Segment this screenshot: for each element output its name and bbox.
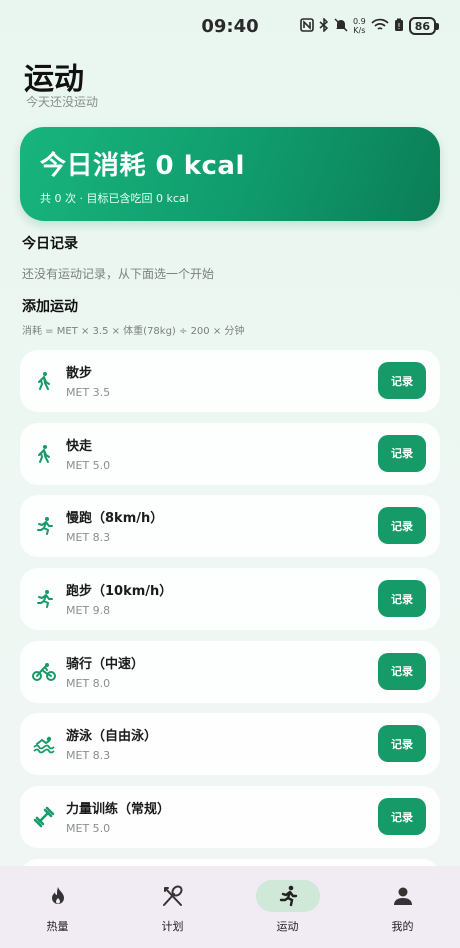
exercise-met: MET 8.0	[66, 676, 111, 690]
exercise-met: MET 8.3	[66, 531, 111, 545]
exercise-card: 慢跑（8km/h） MET 8.3 记录	[20, 495, 440, 558]
exercise-met: MET 9.8	[66, 604, 111, 618]
bottom-nav: 热量 计划 运动 我的	[0, 866, 460, 948]
nav-item-calories[interactable]: 热量	[0, 866, 115, 948]
exercise-met: MET 5.0	[66, 822, 111, 836]
net-speed-value: 0.9	[352, 17, 366, 26]
bluetooth-icon	[319, 16, 329, 35]
exercise-met: MET 5.0	[66, 458, 111, 472]
record-button[interactable]: 记录	[378, 507, 426, 545]
exercise-name: 快走	[66, 438, 93, 454]
exercise-name: 慢跑（8km/h）	[66, 511, 164, 527]
nav-item-profile[interactable]: 我的	[345, 866, 460, 948]
run-icon	[32, 587, 56, 611]
exercise-card: 力量训练（常规） MET 5.0 记录	[20, 786, 440, 849]
daily-burn-title: 今日消耗 0 kcal	[40, 151, 245, 181]
exercise-card: 游泳（自由泳） MET 8.3 记录	[20, 713, 440, 776]
daily-burn-card: 今日消耗 0 kcal 共 0 次 · 目标已含吃回 0 kcal	[20, 127, 440, 221]
nav-label: 运动	[276, 920, 299, 933]
nav-label: 热量	[46, 920, 69, 933]
exercise-card: 快走 MET 5.0 记录	[20, 422, 440, 485]
page-title: 运动	[24, 62, 84, 97]
page-subtitle: 今天还没运动	[26, 95, 99, 109]
record-button[interactable]: 记录	[378, 434, 426, 472]
wifi-icon	[371, 18, 389, 35]
svg-text:!: !	[397, 22, 400, 31]
nav-label: 我的	[391, 920, 414, 933]
exercise-list: 散步 MET 3.5 记录 快走 MET 5.0 记录 慢跑（8km/h） ME…	[20, 350, 440, 932]
records-empty-text: 还没有运动记录，从下面选一个开始	[22, 267, 215, 281]
exercise-card: 散步 MET 3.5 记录	[20, 350, 440, 412]
status-bar: 09:40 0.9 K/s ! 86	[0, 0, 460, 54]
exercise-name: 游泳（自由泳）	[66, 729, 158, 745]
person-icon	[371, 880, 435, 912]
nav-item-plan[interactable]: 计划	[115, 866, 230, 948]
walk-icon	[32, 442, 56, 466]
daily-burn-subtitle: 共 0 次 · 目标已含吃回 0 kcal	[40, 192, 189, 205]
exercise-name: 骑行（中速）	[66, 656, 145, 672]
walk-icon	[32, 369, 56, 393]
record-button[interactable]: 记录	[378, 652, 426, 690]
exercise-met: MET 3.5	[66, 386, 111, 399]
record-button[interactable]: 记录	[378, 798, 426, 836]
run-icon	[32, 514, 56, 538]
battery-indicator: 86	[408, 17, 440, 35]
bike-icon	[32, 660, 56, 684]
flame-icon	[26, 880, 90, 912]
exercise-name: 力量训练（常规）	[66, 802, 171, 818]
nav-label: 计划	[161, 920, 184, 933]
run-icon	[255, 880, 320, 912]
record-button[interactable]: 记录	[378, 725, 426, 763]
utensils-icon	[141, 880, 205, 912]
calorie-formula: 消耗 = MET × 3.5 × 体重(78kg) ÷ 200 × 分钟	[22, 326, 245, 337]
record-button[interactable]: 记录	[378, 580, 426, 618]
net-speed: 0.9 K/s	[353, 17, 366, 35]
exercise-met: MET 8.3	[66, 749, 111, 763]
records-section-title: 今日记录	[22, 236, 78, 252]
battery-saver-icon: !	[394, 18, 404, 35]
exercise-name: 散步	[66, 366, 93, 381]
mute-bell-icon	[334, 17, 348, 35]
nav-item-exercise[interactable]: 运动	[230, 866, 345, 948]
exercise-name: 跑步（10km/h）	[66, 584, 173, 600]
net-speed-unit: K/s	[353, 26, 366, 35]
dumbbell-icon	[32, 805, 56, 829]
nfc-icon	[300, 17, 314, 35]
add-section-title: 添加运动	[22, 299, 78, 315]
swim-icon	[32, 732, 56, 756]
exercise-card: 跑步（10km/h） MET 9.8 记录	[20, 568, 440, 631]
status-icons: 0.9 K/s ! 86	[300, 16, 440, 35]
record-button[interactable]: 记录	[378, 362, 426, 399]
exercise-card: 骑行（中速） MET 8.0 记录	[20, 640, 440, 703]
